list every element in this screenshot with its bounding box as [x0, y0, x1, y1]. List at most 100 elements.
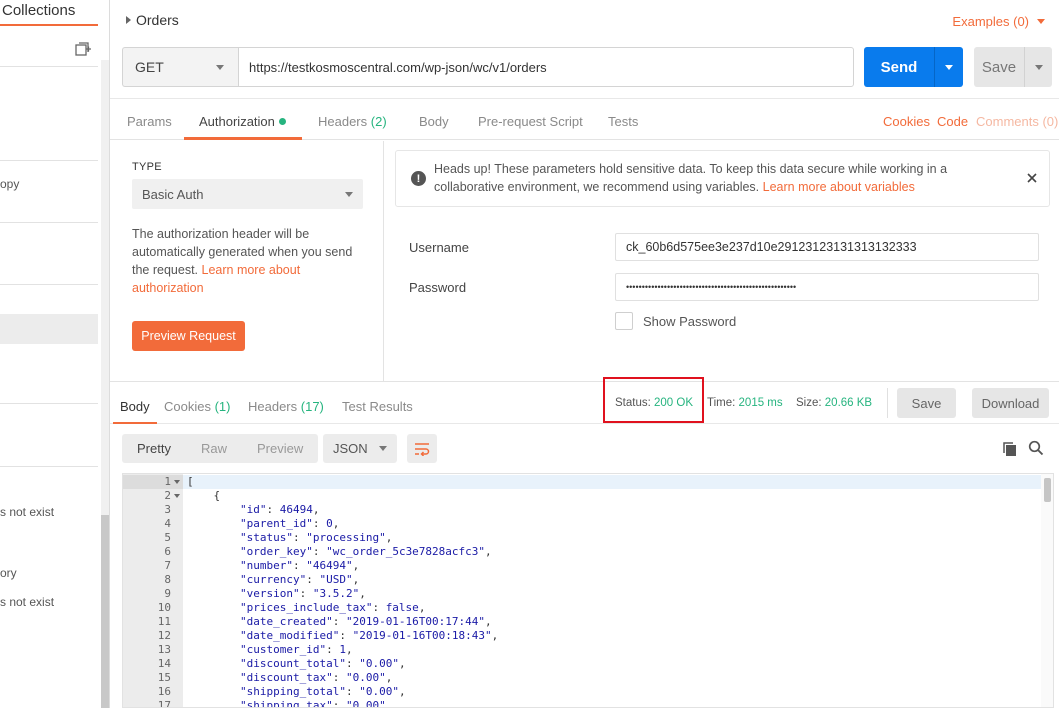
auth-description: The authorization header will be automat…	[132, 225, 368, 297]
line-number: 4	[164, 517, 171, 530]
tab-response-headers[interactable]: Headers (17)	[248, 399, 324, 414]
code-text: "customer_id": 1,	[239, 643, 353, 656]
line-number: 5	[164, 531, 171, 544]
tab-response-body[interactable]: Body	[120, 399, 150, 414]
send-button[interactable]: Send	[864, 47, 934, 87]
code-text: "parent_id": 0,	[239, 517, 340, 530]
method-select[interactable]: GET	[122, 47, 238, 87]
code-line: 17 "shipping_tax": "0.00",	[123, 699, 1043, 708]
code-text: "currency": "USD",	[239, 573, 360, 586]
status-label: Status:	[615, 397, 651, 409]
code-text: "shipping_tax": "0.00",	[239, 699, 393, 708]
comments-link[interactable]: Comments (0)	[976, 114, 1058, 129]
close-icon[interactable]	[1025, 171, 1039, 185]
code-line: 3 "id": 46494,	[123, 503, 1043, 517]
download-button[interactable]: Download	[972, 388, 1049, 418]
fold-toggle-icon[interactable]	[174, 480, 180, 484]
line-number: 10	[157, 601, 171, 614]
examples-label: Examples (0)	[952, 14, 1029, 29]
wrap-lines-button[interactable]	[407, 434, 437, 463]
tab-params[interactable]: Params	[127, 114, 172, 129]
time-value: 2015 ms	[738, 397, 783, 409]
code-text: "version": "3.5.2",	[239, 587, 366, 600]
tab-test-results[interactable]: Test Results	[342, 399, 413, 414]
password-input[interactable]	[615, 273, 1039, 301]
cookies-link[interactable]: Cookies	[883, 114, 930, 129]
line-number: 13	[157, 643, 171, 656]
active-tab-indicator	[113, 422, 157, 424]
save-options-button[interactable]	[1024, 47, 1052, 87]
auth-type-label: TYPE	[132, 161, 162, 173]
code-text: "status": "processing",	[239, 531, 393, 544]
code-link[interactable]: Code	[937, 114, 968, 129]
preview-request-button[interactable]: Preview Request	[132, 321, 245, 351]
response-tabs: Body Cookies (1) Headers (17) Test Resul…	[110, 377, 1059, 424]
response-body-editor[interactable]: 1[2 {3 "id": 46494, 4 "parent_id": 0, 5 "s…	[122, 473, 1054, 708]
show-password-label[interactable]: Show Password	[643, 314, 736, 329]
copy-icon[interactable]	[1002, 441, 1018, 457]
save-button-group: Save	[974, 47, 1052, 87]
sidebar-scrollbar-thumb[interactable]	[101, 515, 109, 708]
chevron-down-icon	[1034, 64, 1043, 70]
code-line: 9 "version": "3.5.2",	[123, 587, 1043, 601]
format-pretty-button[interactable]: Pretty	[122, 434, 186, 463]
line-number: 6	[164, 545, 171, 558]
save-button[interactable]: Save	[974, 47, 1024, 87]
editor-scrollbar-thumb[interactable]	[1044, 478, 1051, 502]
time-readout: Time: 2015 ms	[707, 397, 783, 409]
code-line: 7 "number": "46494",	[123, 559, 1043, 573]
username-input[interactable]	[615, 233, 1039, 261]
tab-authorization[interactable]: Authorization	[199, 114, 286, 129]
examples-dropdown[interactable]: Examples (0)	[952, 14, 1045, 29]
tab-prerequest-script[interactable]: Pre-request Script	[478, 114, 583, 129]
auth-type-panel: TYPE Basic Auth The authorization header…	[110, 141, 384, 381]
line-number: 7	[164, 559, 171, 572]
caret-right-icon	[126, 16, 131, 24]
search-icon[interactable]	[1028, 440, 1044, 456]
code-line: 16 "shipping_total": "0.00",	[123, 685, 1043, 699]
sidebar-divider	[0, 403, 98, 404]
show-password-checkbox[interactable]	[615, 312, 633, 330]
line-number: 16	[157, 685, 171, 698]
format-raw-button[interactable]: Raw	[186, 434, 242, 463]
size-value: 20.66 KB	[824, 397, 873, 409]
request-name[interactable]: Orders	[126, 12, 179, 28]
code-line: 13 "customer_id": 1,	[123, 643, 1043, 657]
tab-response-headers-label: Headers	[248, 399, 298, 414]
language-select[interactable]: JSON	[323, 434, 397, 463]
tab-tests[interactable]: Tests	[608, 114, 638, 129]
format-preview-button[interactable]: Preview	[242, 434, 318, 463]
code-line: 1[	[123, 475, 1043, 489]
active-tab-indicator	[184, 137, 302, 140]
code-line: 5 "status": "processing",	[123, 531, 1043, 545]
code-line: 11 "date_created": "2019-01-16T00:17:44"…	[123, 615, 1043, 629]
sidebar-tab-collections[interactable]: Collections	[0, 0, 98, 26]
sidebar-divider	[0, 466, 98, 467]
tab-body[interactable]: Body	[419, 114, 449, 129]
line-number: 1	[164, 475, 171, 488]
send-options-button[interactable]	[934, 47, 963, 87]
chevron-down-icon	[1037, 19, 1045, 24]
size-label: Size:	[796, 397, 822, 409]
username-label: Username	[409, 240, 469, 255]
tab-headers[interactable]: Headers (2)	[318, 114, 387, 129]
fold-toggle-icon[interactable]	[174, 494, 180, 498]
info-icon: !	[411, 171, 426, 186]
code-text: "discount_tax": "0.00",	[239, 671, 393, 684]
tab-response-cookies[interactable]: Cookies (1)	[164, 399, 230, 414]
auth-type-select[interactable]: Basic Auth	[132, 179, 363, 209]
sidebar-selected-item[interactable]	[0, 314, 98, 344]
send-button-group: Send	[864, 47, 963, 87]
sidebar-item-text[interactable]: opy	[0, 177, 19, 191]
save-response-button[interactable]: Save	[897, 388, 956, 418]
learn-more-variables-link[interactable]: Learn more about variables	[763, 180, 915, 194]
editor-scrollbar[interactable]	[1041, 474, 1053, 707]
status-readout: Status: 200 OK	[615, 397, 693, 409]
code-text: "prices_include_tax": false,	[239, 601, 426, 614]
sidebar-item-text[interactable]: ory	[0, 566, 17, 580]
new-collection-icon[interactable]	[74, 40, 92, 58]
time-label: Time:	[707, 397, 736, 409]
chevron-down-icon	[945, 64, 953, 70]
active-dot-icon	[278, 118, 286, 125]
url-input[interactable]	[238, 47, 854, 87]
